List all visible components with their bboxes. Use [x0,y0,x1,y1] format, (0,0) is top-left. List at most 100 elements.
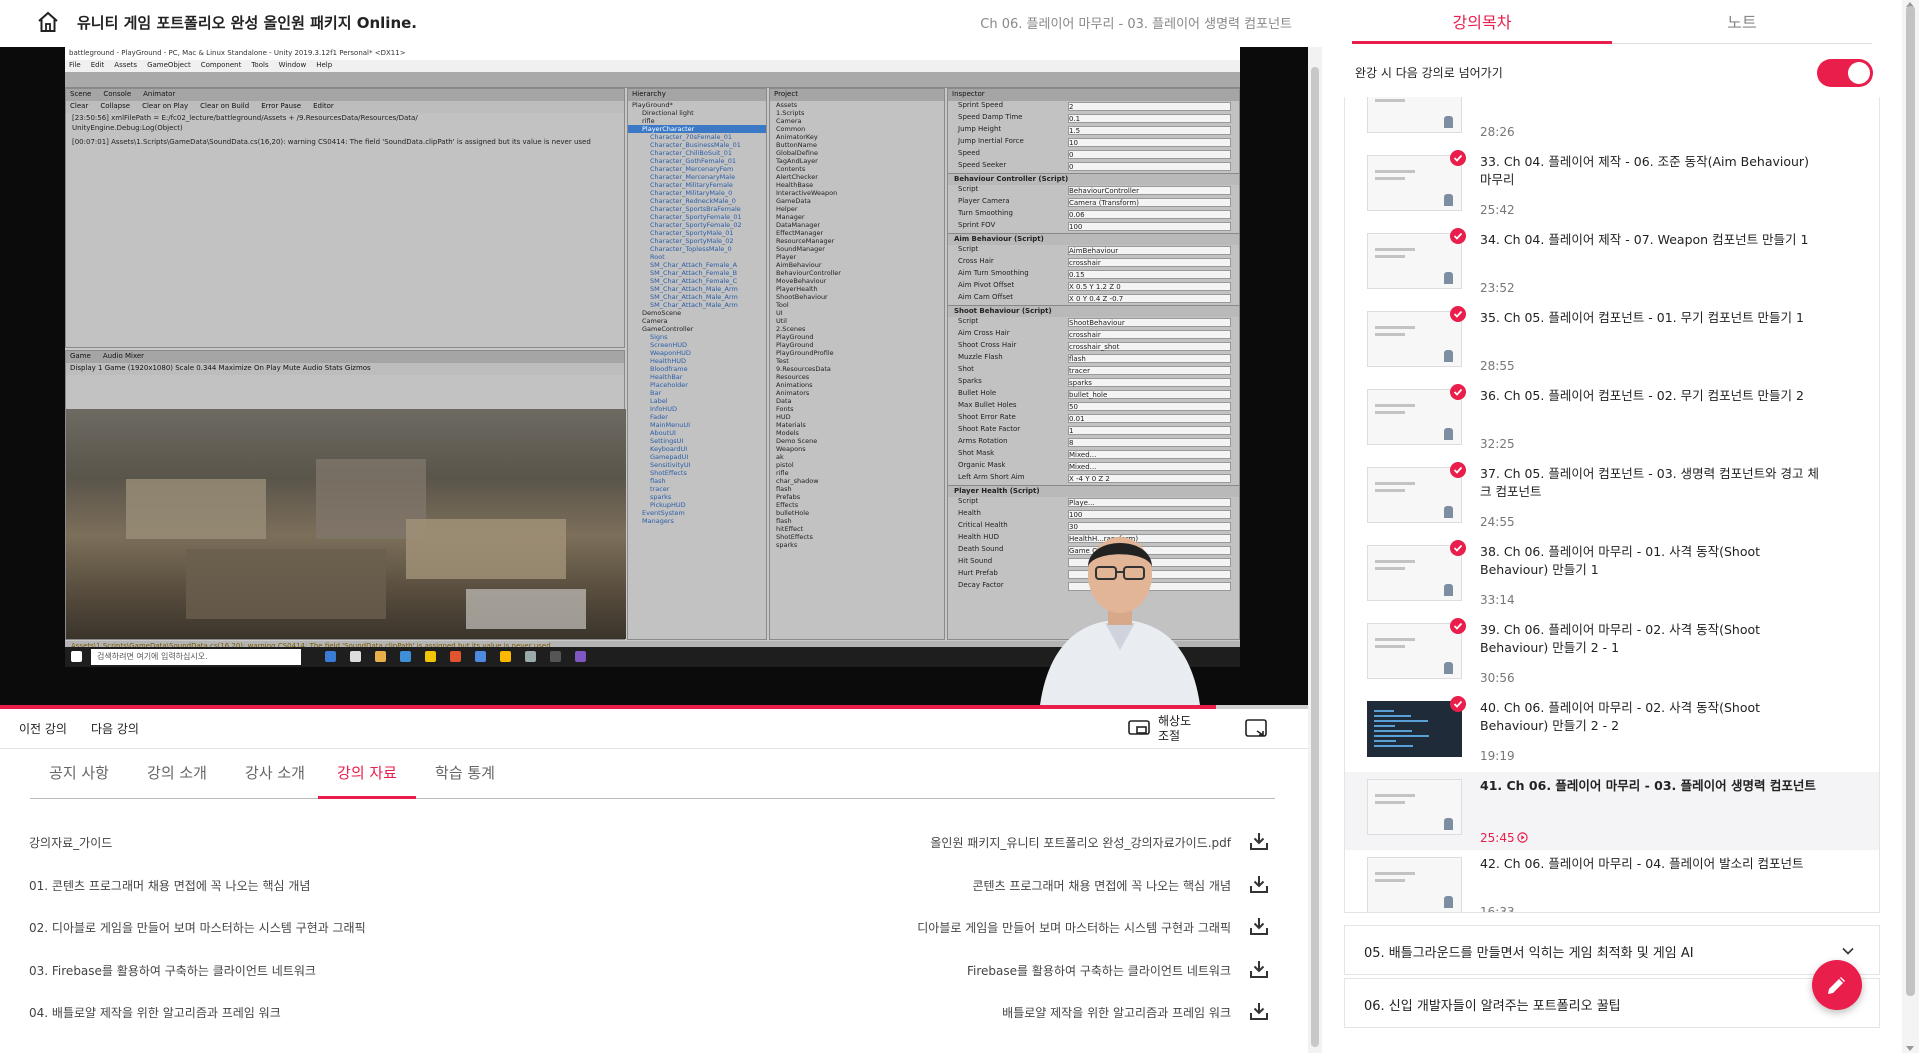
inspector-field-value[interactable]: AimBehaviour [1068,246,1231,255]
inspector-field-value[interactable]: crosshair [1068,330,1231,339]
main-scrollbar[interactable] [1308,47,1322,1053]
lecture-item[interactable]: 42. Ch 06. 플레이어 마무리 - 04. 플레이어 발소리 컴포넌트 1… [1345,850,1879,912]
lecture-item[interactable]: 41. Ch 06. 플레이어 마무리 - 03. 플레이어 생명력 컴포넌트 2… [1345,772,1879,850]
video-player[interactable]: battleground - PlayGround - PC, Mac & Li… [0,47,1308,705]
unity-menu-bar: File Edit Assets GameObject Component Tools Wi… [65,60,1240,72]
lecture-title: 39. Ch 06. 플레이어 마무리 - 02. 사격 동작(Shoot Be… [1480,622,1761,655]
inspector-field-value[interactable]: 0 [1068,162,1231,171]
inspector-field-label: Arms Rotation [958,437,1008,445]
inspector-component-header[interactable]: Behaviour Controller (Script) [948,173,1239,185]
inspector-field-value[interactable]: ShootBehaviour [1068,318,1231,327]
inspector-field-value[interactable]: 50 [1068,402,1231,411]
inspector-field-value[interactable]: 2 [1068,102,1231,111]
scroll-down-arrow-icon[interactable] [1906,1046,1914,1051]
inspector-field-value[interactable]: X 0.5 Y 1.2 Z 0 [1068,282,1231,291]
inspector-field-value[interactable]: X -4 Y 0 Z 2 [1068,474,1231,483]
lecture-item[interactable]: 33. Ch 04. 플레이어 제작 - 06. 조준 동작(Aim Behav… [1345,148,1879,226]
sidebar-scrollbar-thumb[interactable] [1906,6,1915,996]
inspector-field-label: Speed [958,149,980,157]
home-icon[interactable] [36,10,60,34]
hierarchy-item: PlayerCharacter [628,125,766,133]
inspector-field-value[interactable]: bullet_hole [1068,390,1231,399]
download-icon[interactable] [1249,916,1269,936]
inspector-field-value[interactable]: 10 [1068,138,1231,147]
inspector-field-value[interactable]: crosshair_shot [1068,342,1231,351]
sidebar-tab-notes[interactable]: 노트 [1612,9,1872,44]
curriculum-section[interactable]: 06. 신입 개발자들이 알려주는 포트폴리오 꿀팁 [1344,978,1880,1028]
inspector-field-value[interactable]: 100 [1068,222,1231,231]
inspector-field-value[interactable]: flash [1068,354,1231,363]
material-file-link[interactable]: Firebase를 활용하여 구축하는 클라이언트 네트워크 [967,962,1231,979]
material-title: 04. 배틀로얄 제작을 위한 알고리즘과 프레임 워크 [29,1006,281,1020]
inspector-field-value[interactable]: X 0 Y 0.4 Z -0.7 [1068,294,1231,303]
inspector-field-value[interactable]: crosshair [1068,258,1231,267]
inspector-field-value[interactable]: sparks [1068,378,1231,387]
download-icon[interactable] [1249,874,1269,894]
lecture-item[interactable]: 28:26 [1345,97,1879,148]
resolution-button[interactable]: 해상도 조절 [1128,711,1208,747]
tab-5[interactable]: 학습 통계 [416,762,514,799]
prev-lecture-button[interactable]: 이전 강의 [19,720,67,737]
thumbnail-line [1375,794,1415,797]
inspector-component-header[interactable]: Shoot Behaviour (Script) [948,305,1239,317]
tab-2[interactable]: 강의 소개 [128,762,226,799]
lecture-item[interactable]: 40. Ch 06. 플레이어 마무리 - 02. 사격 동작(Shoot Be… [1345,694,1879,772]
inspector-field-value[interactable]: 0 [1068,150,1231,159]
write-note-button[interactable] [1812,960,1862,1010]
inspector-field-value[interactable]: Playe... [1068,498,1231,507]
code-line [1374,740,1396,742]
tab-4[interactable]: 강의 자료 [318,762,416,799]
lecture-item[interactable]: 34. Ch 04. 플레이어 제작 - 07. Weapon 컴포넌트 만들기… [1345,226,1879,304]
next-lecture-button[interactable]: 다음 강의 [91,720,139,737]
inspector-field-label: Turn Smoothing [958,209,1013,217]
inspector-field-value[interactable]: 1.5 [1068,126,1231,135]
project-item: Camera [776,117,802,125]
inspector-field-value[interactable]: Camera (Transform) [1068,198,1231,207]
fullscreen-icon[interactable] [1245,719,1267,739]
hierarchy-item: SM_Char_Attach_Male_Arm [650,293,738,301]
material-file-link[interactable]: 배틀로얄 제작을 위한 알고리즘과 프레임 워크 [1002,1004,1231,1021]
lecture-duration: 25:42 [1480,203,1515,217]
material-file-link[interactable]: 디아블로 게임을 만들어 보며 마스터하는 시스템 구현과 그래픽 [917,919,1231,936]
download-icon[interactable] [1249,1001,1269,1021]
project-item: bulletHole [776,509,810,517]
inspector-field-value[interactable]: 8 [1068,438,1231,447]
inspector-field-value[interactable]: tracer [1068,366,1231,375]
lecture-item[interactable]: 39. Ch 06. 플레이어 마무리 - 02. 사격 동작(Shoot Be… [1345,616,1879,694]
tab-1[interactable]: 공지 사항 [30,762,128,799]
inspector-field-value[interactable]: 0.06 [1068,210,1231,219]
project-item: Test [776,357,789,365]
main-scrollbar-thumb[interactable] [1311,67,1319,1047]
inspector-field-value[interactable]: Mixed... [1068,462,1231,471]
download-icon[interactable] [1249,959,1269,979]
material-title: 01. 콘텐츠 프로그래머 채용 면접에 꼭 나오는 핵심 개념 [29,878,311,893]
autoplay-toggle[interactable] [1817,59,1873,87]
inspector-field-label: Left Arm Short Aim [958,473,1025,481]
sidebar-tab-curriculum[interactable]: 강의목차 [1352,9,1612,44]
inspector-field-value[interactable]: Mixed... [1068,450,1231,459]
material-file-link[interactable]: 콘텐츠 프로그래머 채용 면접에 꼭 나오는 핵심 개념 [972,877,1231,894]
inspector-component-header[interactable]: Aim Behaviour (Script) [948,233,1239,245]
inspector-field-value[interactable]: 0.1 [1068,114,1231,123]
hierarchy-item: DemoScene [642,309,682,317]
curriculum-section[interactable]: 05. 배틀그라운드를 만들면서 익히는 게임 최적화 및 게임 AI [1344,925,1880,975]
console-toolbar: Clear Collapse Clear on Play Clear on Build… [66,101,624,113]
sidebar-scrollbar[interactable] [1902,0,1919,1053]
inspector-component-header[interactable]: Player Health (Script) [948,485,1239,497]
material-file-link[interactable]: 올인원 패키지_유니티 포트폴리오 완성_강의자료가이드.pdf [930,834,1231,851]
inspector-field-value[interactable]: 0.01 [1068,414,1231,423]
lecture-thumbnail [1367,857,1462,912]
lecture-item[interactable]: 35. Ch 05. 플레이어 컴포넌트 - 01. 무기 컴포넌트 만들기 1… [1345,304,1879,382]
lecture-item[interactable]: 36. Ch 05. 플레이어 컴포넌트 - 02. 무기 컴포넌트 만들기 2… [1345,382,1879,460]
inspector-field-value[interactable]: BehaviourController [1068,186,1231,195]
lecture-item[interactable]: 38. Ch 06. 플레이어 마무리 - 01. 사격 동작(Shoot Be… [1345,538,1879,616]
project-item: 2.Scenes [776,325,806,333]
download-icon[interactable] [1249,831,1269,851]
lecture-item[interactable]: 37. Ch 05. 플레이어 컴포넌트 - 03. 생명력 컴포넌트와 경고 … [1345,460,1879,538]
inspector-field-value[interactable]: 1 [1068,426,1231,435]
thumbnail-line [1375,638,1415,641]
project-tree: Assets 1.Scripts Camera Common AnimatorKey Bu… [770,101,944,549]
inspector-field-value[interactable]: 0.15 [1068,270,1231,279]
tab-3[interactable]: 강사 소개 [226,762,324,799]
inspector-field-label: Cross Hair [958,257,994,265]
